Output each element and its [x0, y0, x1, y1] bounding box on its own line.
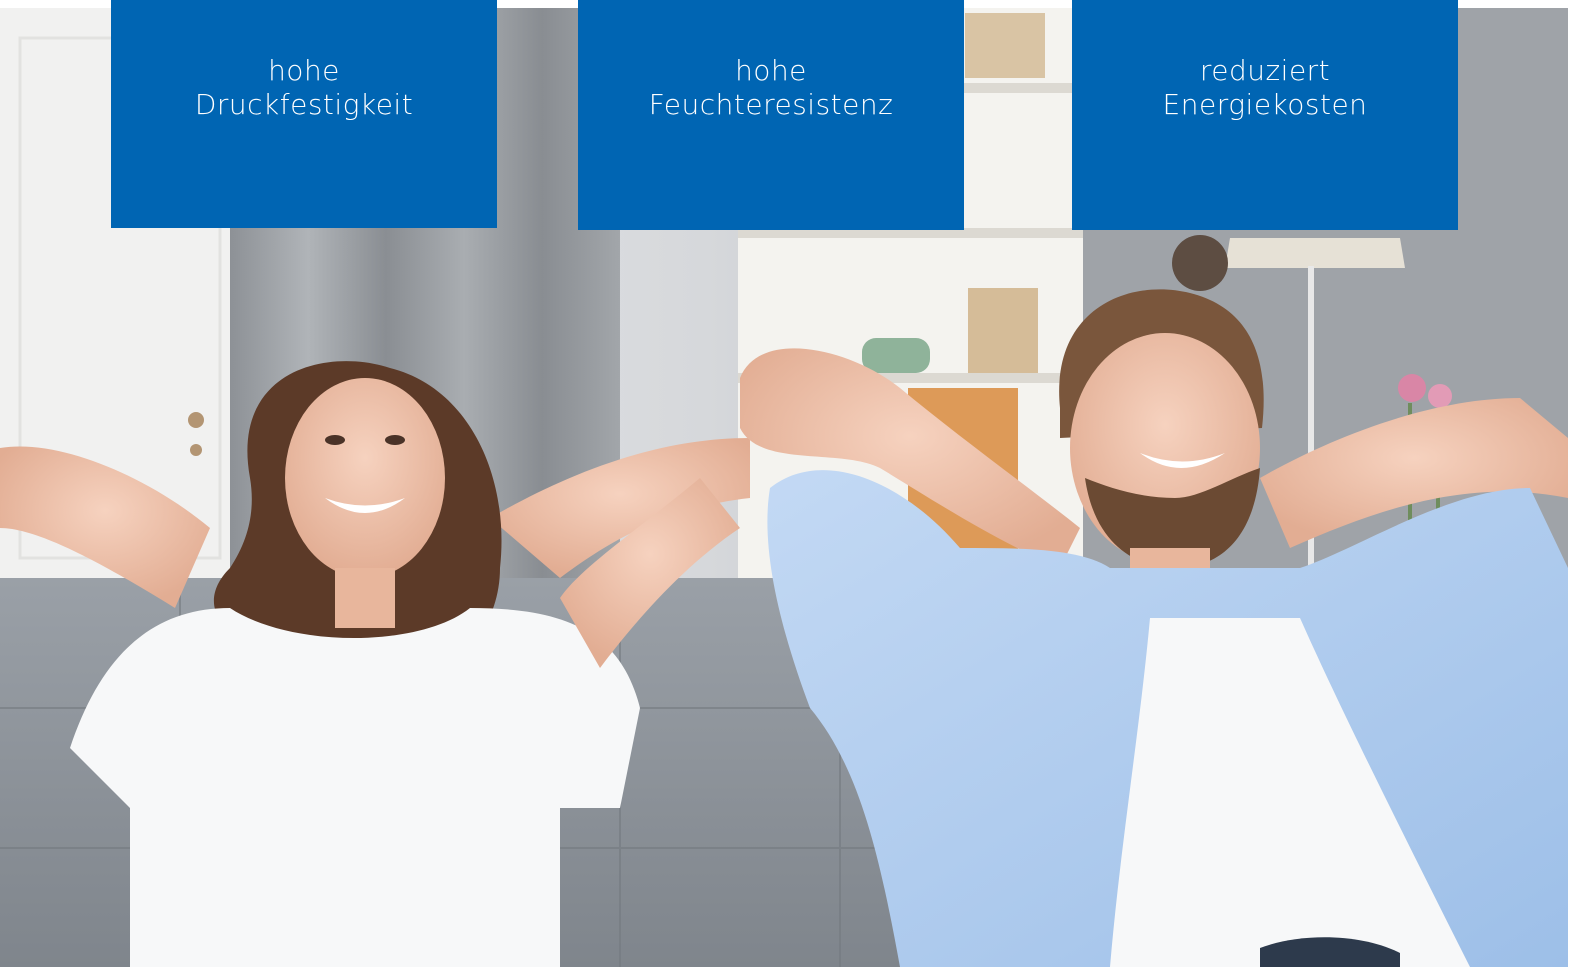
feature-line1: hohe: [735, 54, 807, 87]
feature-line2: Feuchteresistenz: [648, 88, 894, 121]
feature-line1: hohe: [268, 54, 340, 87]
feature-box-compressive-strength: hohe Druckfestigkeit: [111, 0, 497, 228]
feature-line1: reduziert: [1199, 54, 1331, 87]
feature-line2: Energiekosten: [1162, 88, 1368, 121]
feature-box-energy-costs: reduziert Energiekosten: [1072, 0, 1458, 230]
feature-box-moisture-resistance: hohe Feuchteresistenz: [578, 0, 964, 230]
feature-line2: Druckfestigkeit: [194, 88, 414, 121]
